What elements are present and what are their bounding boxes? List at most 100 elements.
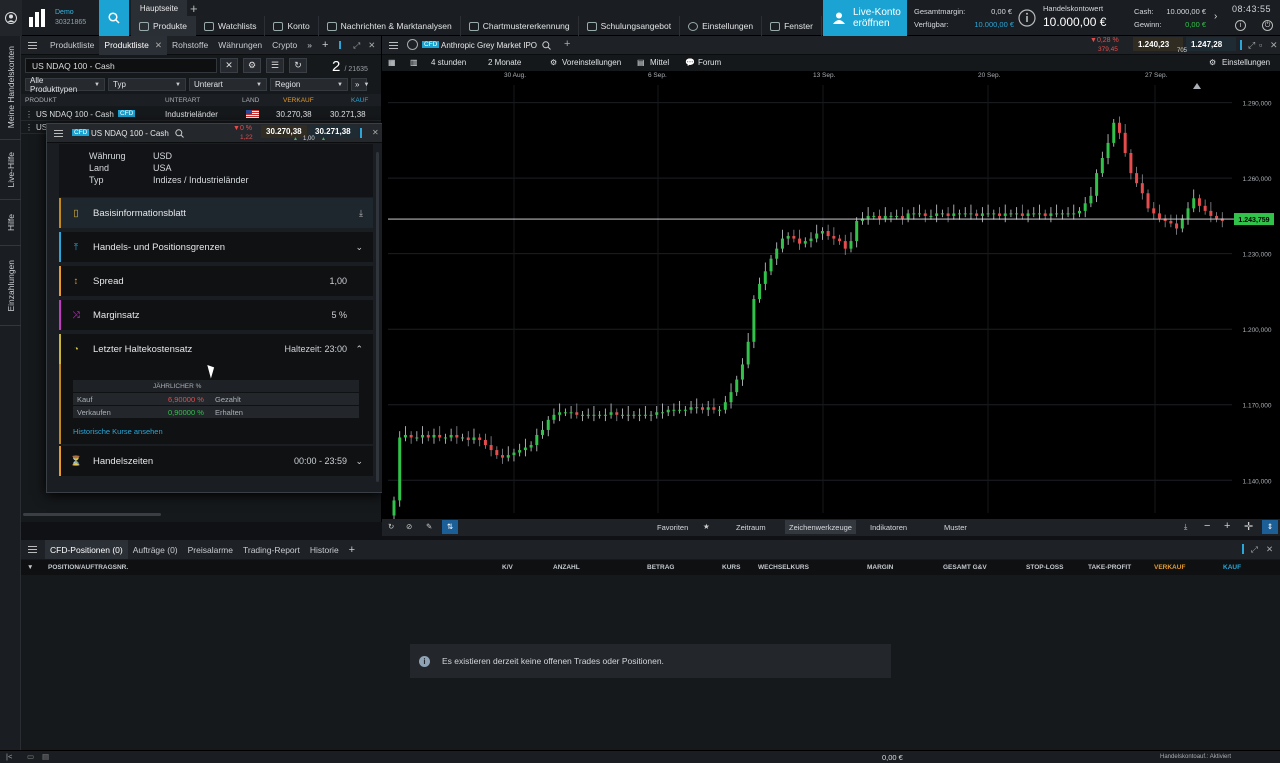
close-icon[interactable]: ✕ bbox=[372, 128, 379, 137]
horizontal-scrollbar[interactable] bbox=[23, 513, 161, 516]
live-account-button[interactable]: Live-Konto eröffnen bbox=[823, 0, 907, 36]
chevron-down-icon[interactable]: ⌄ bbox=[355, 242, 363, 253]
nav-schulung[interactable]: Schulungsangebot bbox=[579, 16, 681, 36]
col-unterart[interactable]: UNTERART bbox=[165, 97, 200, 104]
power-icon[interactable]: ⏻ bbox=[1262, 20, 1273, 31]
muster-button[interactable]: Muster bbox=[944, 523, 967, 532]
gear-icon[interactable]: ⚙ bbox=[1209, 58, 1216, 67]
help-icon[interactable]: i bbox=[1235, 20, 1246, 31]
chart-sell-button[interactable]: 1.240,23 bbox=[1133, 37, 1183, 51]
zeichenwerkzeuge-button[interactable]: Zeichenwerkzeuge bbox=[785, 520, 856, 534]
popup-sell-button[interactable]: 30.270,38 bbox=[261, 125, 307, 138]
candlestick-chart[interactable]: 1.140,000 1.170,000 1.200,000 1.230,000 1.26… bbox=[382, 81, 1280, 519]
expand-icon[interactable]: ⤢ bbox=[1251, 544, 1258, 555]
panel-pin-icon[interactable] bbox=[360, 128, 364, 138]
vertical-scrollbar[interactable] bbox=[376, 152, 379, 482]
forum-button[interactable]: Forum bbox=[698, 58, 721, 67]
col-position[interactable]: POSITION/AUFTRAGSNR. bbox=[48, 564, 128, 571]
col-kurs[interactable]: KURS bbox=[722, 564, 740, 571]
nav-watchlists[interactable]: Watchlists bbox=[196, 16, 266, 36]
collapse-panel-icon[interactable]: |< bbox=[6, 752, 12, 761]
menu-icon[interactable] bbox=[28, 546, 37, 553]
nav-konto[interactable]: Konto bbox=[265, 16, 319, 36]
tab-historie[interactable]: Historie bbox=[305, 540, 344, 559]
star-icon[interactable]: ★ bbox=[703, 522, 710, 531]
col-kauf[interactable]: KAUF bbox=[1223, 564, 1241, 571]
filter-unterart[interactable]: Unterart bbox=[189, 78, 267, 91]
expand-icon[interactable]: ⤢ bbox=[353, 40, 360, 51]
search-icon[interactable] bbox=[542, 41, 551, 50]
col-gesamt-gv[interactable]: GESAMT G&V bbox=[943, 564, 987, 571]
col-margin[interactable]: MARGIN bbox=[867, 564, 893, 571]
collapse-arrow-icon[interactable]: › bbox=[1214, 11, 1217, 22]
pencil-icon[interactable]: ✎ bbox=[426, 522, 432, 531]
close-tab-icon[interactable]: ✕ bbox=[155, 40, 162, 51]
zoom-in-icon[interactable]: + bbox=[1224, 520, 1230, 532]
export-icon[interactable]: ⤓ bbox=[1184, 522, 1187, 532]
nav-nachrichten[interactable]: Nachrichten & Marktanalysen bbox=[319, 16, 461, 36]
list-icon[interactable]: ▤ bbox=[42, 752, 49, 761]
maximize-icon[interactable]: ▫ bbox=[1259, 40, 1262, 50]
nav-einstellungen[interactable]: Einstellungen bbox=[680, 16, 763, 36]
close-icon[interactable]: ✕ bbox=[368, 40, 375, 51]
tab-auftraege[interactable]: Aufträge (0) bbox=[128, 540, 183, 559]
sidetab-einzahlungen[interactable]: Einzahlungen bbox=[0, 246, 21, 326]
add-chart-icon[interactable]: + bbox=[564, 38, 570, 50]
expand-icon[interactable]: ⤢ bbox=[1248, 40, 1255, 51]
menu-icon[interactable] bbox=[54, 130, 63, 137]
row-menu-icon[interactable]: ⋮ bbox=[25, 123, 33, 132]
col-verkauf[interactable]: VERKAUF bbox=[283, 97, 314, 104]
move-icon[interactable]: ✛ bbox=[1244, 520, 1253, 533]
add-tab-icon[interactable]: + bbox=[317, 36, 333, 55]
panel-pin-icon[interactable] bbox=[339, 41, 345, 49]
tab-crypto[interactable]: Crypto bbox=[267, 36, 302, 55]
download-icon[interactable]: ⤓ bbox=[359, 208, 363, 219]
panel-pin-icon[interactable] bbox=[1240, 40, 1244, 50]
search-button[interactable] bbox=[99, 0, 129, 36]
clear-search-button[interactable]: ✕ bbox=[220, 58, 238, 73]
crosshair-icon[interactable]: ⇅ bbox=[442, 520, 458, 534]
product-verkauf[interactable]: 30.270,38 bbox=[276, 110, 312, 119]
card-basisinformationsblatt[interactable]: ▯ Basisinformationsblatt ⤓ bbox=[59, 198, 373, 228]
popup-buy-button[interactable]: 30.271,38 bbox=[310, 125, 358, 138]
filter-typ[interactable]: Typ bbox=[108, 78, 186, 91]
close-icon[interactable]: ✕ bbox=[1266, 544, 1273, 555]
fit-icon[interactable]: ⇕ bbox=[1262, 520, 1278, 534]
interval-select[interactable]: 4 stunden bbox=[431, 58, 466, 67]
tab-hauptseite[interactable]: Hauptseite bbox=[131, 0, 187, 16]
grid-icon[interactable]: ▦ bbox=[388, 58, 396, 67]
tab-waehrungen[interactable]: Währungen bbox=[213, 36, 267, 55]
filter-more[interactable]: » bbox=[351, 78, 367, 91]
reset-icon[interactable]: ↻ bbox=[388, 522, 394, 531]
col-stop-loss[interactable]: STOP-LOSS bbox=[1026, 564, 1063, 571]
zoom-out-icon[interactable]: − bbox=[1204, 520, 1210, 532]
tab-trading-report[interactable]: Trading-Report bbox=[238, 540, 305, 559]
col-verkauf[interactable]: VERKAUF bbox=[1154, 564, 1185, 571]
col-kv[interactable]: K/V bbox=[502, 564, 513, 571]
chart-type-icon[interactable]: ▥ bbox=[410, 58, 418, 67]
card-handelsgrenzen[interactable]: ⤒ Handels- und Positionsgrenzen ⌄ bbox=[59, 232, 373, 262]
filter-produkttypen[interactable]: Alle Produkttypen bbox=[25, 76, 105, 94]
expand-all-icon[interactable]: ▼ bbox=[27, 564, 33, 571]
col-take-profit[interactable]: TAKE-PROFIT bbox=[1088, 564, 1131, 571]
size-button[interactable]: Mittel bbox=[650, 58, 669, 67]
nav-chartmuster[interactable]: Chartmustererkennung bbox=[461, 16, 579, 36]
col-betrag[interactable]: BETRAG bbox=[647, 564, 674, 571]
card-spread[interactable]: ↕ Spread 1,00 bbox=[59, 266, 373, 296]
hide-icon[interactable]: ⊘ bbox=[406, 522, 412, 531]
keyboard-icon[interactable]: ▭ bbox=[27, 752, 34, 761]
col-produkt[interactable]: PRODUKT bbox=[25, 97, 57, 104]
filter-region[interactable]: Region bbox=[270, 78, 348, 91]
col-land[interactable]: LAND bbox=[242, 97, 259, 104]
search-icon[interactable] bbox=[175, 129, 184, 138]
menu-icon[interactable] bbox=[28, 41, 37, 49]
zeitraum-button[interactable]: Zeitraum bbox=[736, 523, 766, 532]
col-wechselkurs[interactable]: WECHSELKURS bbox=[758, 564, 809, 571]
size-icon[interactable]: ▤ bbox=[637, 58, 645, 67]
forum-icon[interactable]: 💬 bbox=[685, 58, 695, 67]
more-tabs-icon[interactable]: » bbox=[302, 36, 317, 55]
card-marginsatz[interactable]: ⤨ Marginsatz 5 % bbox=[59, 300, 373, 330]
close-icon[interactable]: ✕ bbox=[1270, 40, 1278, 51]
tab-rohstoffe[interactable]: Rohstoffe bbox=[167, 36, 213, 55]
menu-icon[interactable] bbox=[389, 42, 398, 49]
